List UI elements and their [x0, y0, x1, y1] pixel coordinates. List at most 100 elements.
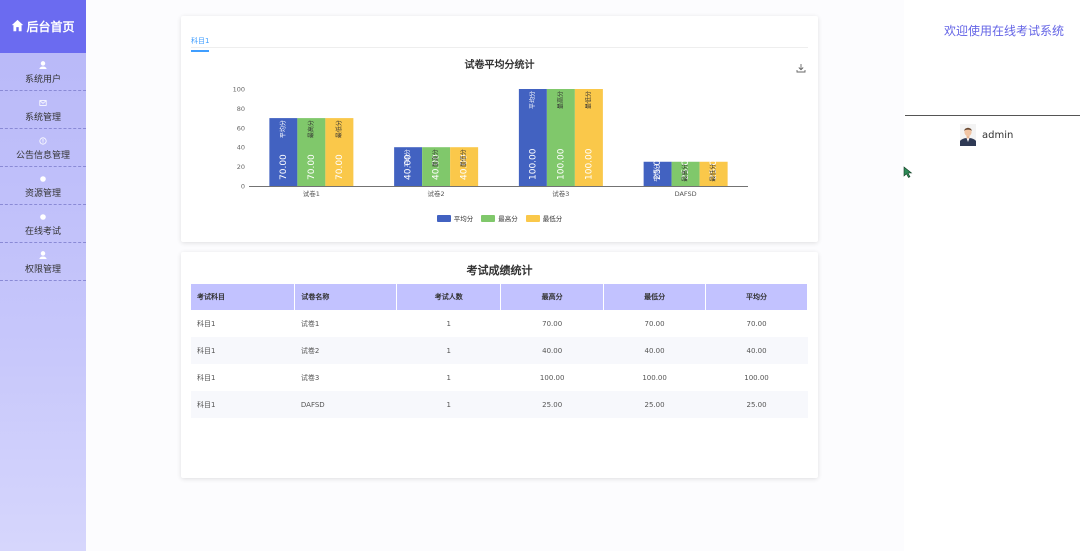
bar-value-label: 100.00	[528, 148, 538, 180]
legend-item-average[interactable]: 平均分	[436, 213, 474, 223]
table-cell: 试卷2	[294, 337, 397, 364]
table-cell: 科目1	[191, 391, 295, 418]
table-row[interactable]: 科目1 试卷2 1 40.00 40.00 40.00	[191, 337, 808, 364]
bar-series-label: 最低分	[335, 120, 343, 138]
user-icon	[39, 249, 47, 261]
main-content: 科目1 试卷平均分统计 0 20 40 60 80 100 70.00 平均分 70.00 最高分…	[86, 0, 904, 551]
bar-value-label: 70.00	[279, 154, 289, 180]
x-tick-label: 试卷2	[428, 189, 445, 198]
table-cell: 70.00	[644, 319, 665, 328]
divider	[905, 115, 1080, 116]
bar-series-label: 最低分	[709, 164, 717, 182]
table-cell: 40.00	[500, 337, 604, 364]
table-cell: 科目1	[191, 337, 295, 364]
table-row[interactable]: 科目1 试卷1 1 70.00 70.00 70.00	[191, 310, 808, 337]
bar-chart: 02040608010070.00平均分70.00最高分70.00最低分试卷14…	[233, 86, 748, 198]
score-table: 考试科目 试卷名称 考试人数 最高分 最低分 平均分 科目1 试卷1 1 70.…	[191, 284, 808, 418]
table-cell: 试卷3	[300, 373, 320, 382]
legend-label: 平均分	[453, 215, 474, 223]
sidebar-item-label: 公告信息管理	[15, 150, 70, 161]
bar-series-label: 最高分	[556, 91, 564, 109]
table-cell: 70.00	[542, 319, 563, 328]
legend-label: 最低分	[542, 215, 563, 223]
table-cell: 100.00	[642, 373, 667, 382]
sidebar-item-announcements[interactable]: 公告信息管理	[0, 129, 86, 167]
sidebar-item-resources[interactable]: 资源管理	[0, 167, 86, 205]
table-cell: 25.00	[500, 391, 604, 418]
bar-series-label: 最低分	[584, 91, 592, 109]
chart-card: 科目1 试卷平均分统计 0 20 40 60 80 100 70.00 平均分 70.00 最高分…	[181, 16, 818, 242]
bar-value-label: 70.00	[335, 154, 345, 180]
table-cell: 科目1	[197, 319, 216, 328]
table-cell: 1	[396, 337, 501, 364]
column-header[interactable]: 考试科目	[191, 284, 296, 310]
cursor-icon	[903, 166, 913, 178]
sidebar-item-label: 权限管理	[24, 264, 61, 275]
bar-series-label: 平均分	[653, 164, 661, 182]
legend-item-lowest[interactable]: 最低分	[525, 213, 563, 223]
home-link[interactable]: 后台首页	[0, 0, 86, 53]
dot-icon	[39, 173, 47, 185]
column-header[interactable]: 考试人数	[396, 284, 502, 310]
bar-series-label: 最高分	[432, 149, 440, 167]
table-cell: 1	[446, 319, 451, 328]
chart-legend: 平均分 最高分 最低分	[181, 213, 818, 223]
y-tick-label: 60	[237, 124, 245, 132]
table-row[interactable]: 科目1 DAFSD 1 25.00 25.00 25.00	[191, 391, 808, 418]
table-cell: 70.00	[746, 319, 767, 328]
table-cell: 40.00	[705, 337, 808, 364]
y-tick-label: 0	[241, 183, 245, 191]
user-menu[interactable]: admin	[960, 124, 1013, 146]
x-tick-label: 试卷1	[303, 189, 320, 198]
table-cell: 1	[396, 391, 501, 418]
bar-series-label: 平均分	[279, 120, 287, 138]
table-cell: 100.00	[539, 373, 565, 382]
home-icon	[11, 19, 24, 35]
info-circle-icon	[39, 135, 47, 147]
table-cell: 1	[446, 373, 451, 382]
table-cell: DAFSD	[294, 391, 397, 418]
avatar	[960, 124, 976, 146]
bar-series-label: 最高分	[307, 120, 315, 138]
bar-series-label: 平均分	[528, 91, 536, 109]
sidebar-item-permissions[interactable]: 权限管理	[0, 243, 86, 281]
username: admin	[982, 129, 1014, 141]
sidebar-title: 后台首页	[26, 20, 75, 34]
sidebar-item-online-exam[interactable]: 在线考试	[0, 205, 86, 243]
y-tick-label: 80	[237, 105, 245, 113]
bar-value-label: 100.00	[556, 148, 566, 180]
bar-value-label: 70.00	[307, 154, 317, 180]
table-cell: 科目1	[197, 373, 216, 382]
sidebar-item-system-users[interactable]: 系统用户	[0, 53, 86, 91]
mail-icon	[39, 97, 47, 109]
table-cell: 25.00	[603, 391, 706, 418]
sidebar-item-label: 资源管理	[24, 188, 61, 199]
bar-series-label: 最低分	[460, 149, 468, 167]
legend-swatch	[525, 214, 540, 222]
y-tick-label: 40	[237, 144, 245, 152]
sidebar-item-label: 系统用户	[24, 74, 61, 85]
table-card: 考试成绩统计 考试科目 试卷名称 考试人数 最高分 最低分 平均分 科目1 试卷…	[181, 252, 818, 478]
sidebar-item-system-management[interactable]: 系统管理	[0, 91, 86, 129]
sidebar-item-label: 系统管理	[24, 112, 61, 123]
table-row[interactable]: 科目1 试卷3 1 100.00 100.00 100.00	[191, 364, 808, 391]
table-cell: 40.00	[603, 337, 706, 364]
column-header[interactable]: 平均分	[705, 284, 808, 310]
table-cell: 试卷1	[300, 319, 320, 328]
x-tick-label: DAFSD	[675, 190, 697, 198]
x-tick-label: 试卷3	[552, 189, 569, 198]
welcome-text: 欢迎使用在线考试系统	[943, 24, 1064, 38]
legend-label: 最高分	[498, 215, 518, 223]
legend-swatch	[481, 214, 496, 222]
right-panel: 欢迎使用在线考试系统 admin	[904, 0, 1080, 530]
column-header[interactable]: 最低分	[603, 284, 707, 310]
table-header-row: 考试科目 试卷名称 考试人数 最高分 最低分 平均分	[191, 284, 808, 310]
bar-series-label: 最高分	[681, 164, 689, 182]
y-tick-label: 20	[237, 163, 245, 171]
column-header[interactable]: 最高分	[500, 284, 605, 310]
sidebar: 后台首页 系统用户 系统管理 公告信息管理 资源管理 在线考试 权限管理	[0, 0, 86, 551]
column-header[interactable]: 试卷名称	[294, 284, 398, 310]
y-tick-label: 100	[233, 86, 245, 94]
table-cell: 100.00	[744, 373, 769, 382]
legend-item-highest[interactable]: 最高分	[481, 213, 518, 223]
